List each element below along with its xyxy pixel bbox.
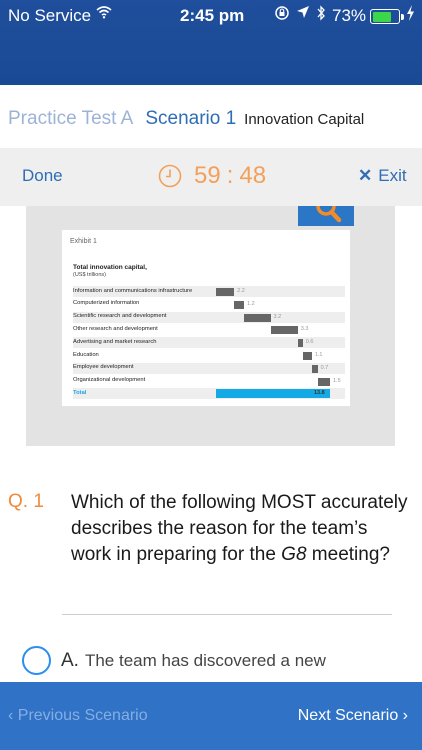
exhibit-row-label: Education bbox=[73, 351, 99, 358]
clock-icon bbox=[158, 164, 182, 188]
exhibit-total-row: Total 13.8 bbox=[73, 388, 345, 400]
exhibit-row-label: Computerized information bbox=[73, 300, 140, 307]
exhibit-bar bbox=[216, 389, 330, 399]
clock: 2:45 pm bbox=[180, 6, 245, 25]
option-text: The team has discovered a new bbox=[84, 650, 326, 670]
exhibit-chart: Exhibit 1 Total innovation capital, (US$… bbox=[62, 230, 350, 406]
exhibit-row: Employee development 0.7 bbox=[73, 362, 345, 374]
exhibit-label: Exhibit 1 bbox=[70, 238, 97, 245]
exhibit-bar bbox=[234, 300, 245, 309]
answer-option-a[interactable]: A. The team has discovered a new bbox=[22, 646, 326, 675]
battery-percent: 73% bbox=[332, 6, 367, 25]
location-icon bbox=[296, 5, 310, 23]
timer-separator: : bbox=[226, 162, 234, 189]
exit-label: Exit bbox=[378, 166, 407, 185]
exhibit-row-value: 0.6 bbox=[305, 339, 314, 346]
question-text-italic: G8 bbox=[281, 544, 307, 565]
exhibit-row: Information and communications infrastru… bbox=[73, 286, 345, 297]
exhibit-row-value: 1.5 bbox=[333, 377, 341, 384]
close-icon: ✕ bbox=[358, 166, 373, 185]
battery-icon bbox=[370, 9, 404, 24]
exhibit-row: Advertising and market research 0.6 bbox=[73, 337, 345, 349]
exhibit-bar bbox=[317, 377, 330, 386]
exhibit-row-value: 13.8 bbox=[314, 390, 325, 397]
previous-scenario-button[interactable]: ‹ Previous Scenario bbox=[8, 707, 148, 725]
exhibit-row-value: 1.1 bbox=[314, 352, 323, 358]
exhibit-row: Other research and development 3.3 bbox=[73, 324, 345, 335]
exhibit-row: Computerized information 1.2 bbox=[73, 299, 345, 310]
radio-button[interactable] bbox=[22, 646, 51, 675]
zoom-button[interactable] bbox=[298, 206, 354, 226]
question-number: Q. 1 bbox=[8, 491, 44, 512]
exhibit-subtitle: (US$ trillions) bbox=[73, 272, 107, 278]
exhibit-row-value: 2.2 bbox=[237, 288, 245, 294]
breadcrumb: Practice Test A Scenario 1 Innovation Capi… bbox=[8, 108, 364, 130]
option-letter: A. bbox=[61, 649, 79, 671]
breadcrumb-scenario[interactable]: Scenario 1 bbox=[145, 108, 236, 129]
exhibit-row: Scientific research and development 3.2 bbox=[73, 311, 345, 323]
bottom-nav: ‹ Previous Scenario Next Scenario › bbox=[0, 682, 422, 750]
exhibit-row: Education 1.1 bbox=[73, 350, 345, 361]
timer-seconds: 48 bbox=[239, 162, 267, 189]
charging-icon bbox=[406, 5, 415, 24]
exhibit-row-value: 0.7 bbox=[320, 364, 329, 371]
done-button[interactable]: Done bbox=[22, 166, 63, 186]
bluetooth-icon bbox=[316, 5, 326, 25]
next-scenario-button[interactable]: Next Scenario › bbox=[298, 707, 408, 725]
exhibit-row-value: 3.2 bbox=[273, 313, 282, 320]
exhibit-row-label: Employee development bbox=[73, 364, 134, 371]
divider bbox=[62, 614, 392, 615]
breadcrumb-topic: Innovation Capital bbox=[244, 111, 365, 128]
test-toolbar: Done 59 : 48 ✕ Exit bbox=[0, 148, 422, 206]
exhibit-row-value: 3.3 bbox=[300, 326, 309, 333]
wifi-icon bbox=[96, 5, 112, 23]
exhibit-row-label: Information and communications infrastru… bbox=[73, 287, 193, 294]
question-text-end: meeting? bbox=[306, 544, 390, 565]
status-bar: No Service 2:45 pm 73% bbox=[0, 0, 422, 32]
magnifier-icon bbox=[316, 206, 342, 223]
exhibit-row: Organizational development 1.5 bbox=[73, 376, 345, 387]
exit-button[interactable]: ✕ Exit bbox=[358, 166, 407, 186]
exhibit-row-label: Scientific research and development bbox=[73, 313, 167, 320]
exhibit-bar bbox=[216, 288, 235, 296]
exhibit-row-value: 1.2 bbox=[247, 300, 255, 307]
exhibit-bar bbox=[297, 339, 303, 348]
breadcrumb-test[interactable]: Practice Test A bbox=[8, 108, 133, 129]
exhibit-row-label: Other research and development bbox=[73, 325, 158, 332]
countdown-timer: 59 : 48 bbox=[158, 162, 266, 190]
question-text: Which of the following MOST accurately d… bbox=[71, 490, 411, 568]
timer-minutes: 59 bbox=[194, 162, 221, 189]
app-header: No Service 2:45 pm 73% bbox=[0, 0, 422, 85]
carrier-label: No Service bbox=[8, 6, 92, 25]
exhibit-row-label: Total bbox=[73, 389, 87, 396]
exhibit-row-label: Organizational development bbox=[73, 377, 146, 384]
exhibit-bar bbox=[270, 326, 298, 335]
exhibit-bar bbox=[311, 364, 318, 373]
exhibit-bar bbox=[244, 313, 271, 322]
exhibit-row-label: Advertising and market research bbox=[73, 338, 157, 345]
exhibit-panel[interactable]: Exhibit 1 Total innovation capital, (US$… bbox=[26, 206, 395, 446]
exhibit-bar bbox=[302, 352, 312, 360]
exhibit-title: Total innovation capital, bbox=[73, 264, 147, 271]
orientation-lock-icon bbox=[274, 5, 290, 25]
